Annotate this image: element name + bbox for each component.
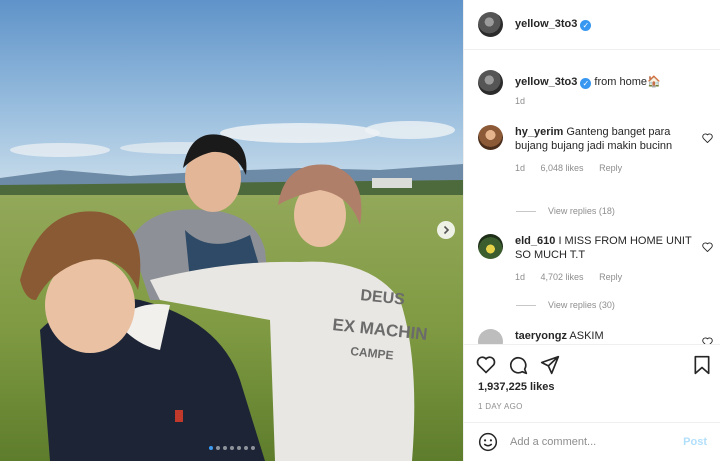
comment-body: eld_610 I MISS FROM HOME UNIT SO MUCH T.… (515, 234, 695, 282)
comment-text: ASKIM (569, 330, 604, 342)
view-replies-button[interactable]: View replies (30) (516, 300, 615, 310)
like-comment-heart-icon[interactable] (702, 242, 713, 252)
add-comment-input[interactable]: Add a comment... (510, 436, 683, 448)
carousel-dot (250, 446, 255, 450)
commenter-avatar[interactable] (478, 329, 503, 344)
carousel-dot (208, 446, 213, 450)
comment-likes[interactable]: 6,048 likes (541, 163, 584, 173)
post-side-panel: yellow_3to3 ✓ yellow_3to3 ✓ from home🏠 1d … (463, 0, 720, 461)
view-replies-button[interactable]: View replies (18) (516, 206, 615, 216)
reply-button[interactable]: Reply (599, 163, 622, 173)
carousel-dot (215, 446, 220, 450)
author-avatar[interactable] (478, 12, 503, 37)
like-comment-heart-icon[interactable] (702, 337, 713, 344)
carousel-dot (236, 446, 241, 450)
chevron-right-icon (443, 225, 450, 235)
commenter-username[interactable]: taeryongz (515, 330, 567, 342)
caption-body: yellow_3to3 ✓ from home🏠 1d (515, 75, 661, 106)
comment-item: taeryongz ASKIM (478, 329, 713, 344)
post-image: DEUS EX MACHIN CAMPE (0, 0, 463, 461)
comment-item: hy_yerim Ganteng banget para bujang buja… (478, 125, 713, 173)
view-replies-label: View replies (30) (548, 300, 615, 310)
action-icons (476, 355, 711, 377)
comment-age: 1d (515, 272, 526, 282)
post-caption: yellow_3to3 ✓ from home🏠 1d (478, 70, 713, 106)
view-replies-label: View replies (18) (548, 206, 615, 216)
caption-text: from home (594, 76, 647, 88)
commenter-avatar[interactable] (478, 125, 503, 150)
commenter-username[interactable]: hy_yerim (515, 126, 563, 138)
post-photo[interactable]: DEUS EX MACHIN CAMPE (0, 0, 463, 461)
comments-scroll-area[interactable]: yellow_3to3 ✓ from home🏠 1d hy_yerim Gant… (464, 50, 720, 344)
replies-divider (516, 210, 536, 212)
carousel-indicator (0, 446, 463, 450)
comment-body: taeryongz ASKIM (515, 329, 695, 344)
commenter-avatar[interactable] (478, 234, 503, 259)
caption-avatar[interactable] (478, 70, 503, 95)
comment-bubble-icon[interactable] (508, 355, 528, 375)
comment-item: eld_610 I MISS FROM HOME UNIT SO MUCH T.… (478, 234, 713, 282)
author-username[interactable]: yellow_3to3 (515, 18, 577, 30)
post-actions: 1,937,225 likes 1 DAY AGO (464, 344, 720, 422)
carousel-next-button[interactable] (437, 221, 455, 239)
emoji-smiley-icon[interactable] (478, 432, 498, 452)
post-header: yellow_3to3 ✓ (464, 0, 720, 50)
carousel-dot (222, 446, 227, 450)
reply-button[interactable]: Reply (599, 272, 622, 282)
add-comment-bar: Add a comment... Post (464, 422, 720, 461)
comment-age: 1d (515, 163, 526, 173)
house-emoji-icon: 🏠 (647, 76, 661, 88)
comment-body: hy_yerim Ganteng banget para bujang buja… (515, 125, 695, 173)
caption-username[interactable]: yellow_3to3 (515, 76, 577, 88)
carousel-dot (243, 446, 248, 450)
verified-badge-icon: ✓ (580, 78, 592, 89)
share-paper-plane-icon[interactable] (540, 355, 560, 375)
save-bookmark-icon[interactable] (693, 355, 711, 375)
carousel-dot (229, 446, 234, 450)
verified-badge-icon: ✓ (580, 20, 592, 31)
author-name-row: yellow_3to3 ✓ (515, 18, 592, 31)
comment-likes[interactable]: 4,702 likes (541, 272, 584, 282)
replies-divider (516, 304, 536, 306)
likes-count[interactable]: 1,937,225 likes (478, 381, 554, 393)
like-comment-heart-icon[interactable] (702, 133, 713, 143)
caption-age: 1d (515, 96, 526, 106)
like-heart-icon[interactable] (476, 355, 496, 374)
post-comment-button[interactable]: Post (683, 436, 707, 448)
commenter-username[interactable]: eld_610 (515, 235, 555, 247)
post-date[interactable]: 1 DAY AGO (478, 402, 523, 411)
